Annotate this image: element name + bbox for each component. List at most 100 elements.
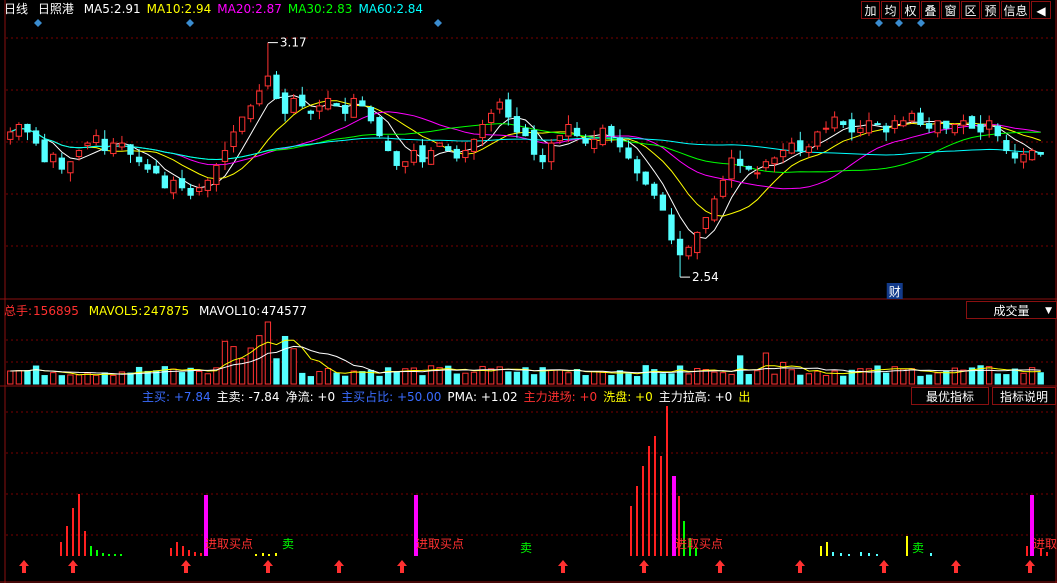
toolbar-button-7[interactable]: 信息 (1001, 1, 1030, 19)
candle-body (874, 123, 881, 126)
toolbar-button-3[interactable]: 叠 (921, 1, 940, 19)
candle-body (814, 131, 821, 147)
up-arrow-icon (334, 560, 344, 573)
candle-body (788, 142, 795, 154)
indicator-bar (114, 554, 116, 556)
candle-body (771, 157, 778, 165)
candle-body (556, 135, 564, 142)
volume-bar (462, 372, 469, 385)
volume-grid (6, 339, 1056, 363)
stock-name: 日照港 (37, 2, 74, 16)
price-header: 日线 日照港 MA5:2.91 MA10:2.94 MA20:2.87 MA30:2.… (4, 2, 435, 16)
candle-body (32, 130, 40, 144)
volume-button-label: 成交量 (993, 304, 1030, 318)
candle-body (968, 116, 976, 129)
candle-body (58, 157, 65, 170)
candle-body (427, 150, 435, 165)
sell-signal-label: 卖 (520, 541, 532, 555)
candle-body (676, 238, 684, 256)
volume-bar (359, 371, 366, 385)
ma5-line (10, 94, 1041, 239)
candle-body (419, 145, 426, 163)
mavol10-label: MAVOL10: (198, 304, 261, 318)
up-arrow-icon (68, 560, 78, 573)
candle-body (15, 124, 23, 137)
candle-body (333, 103, 340, 107)
candle-body (505, 99, 512, 118)
candle-body (153, 165, 160, 174)
up-arrow-icon (879, 560, 889, 573)
candle-body (779, 150, 787, 158)
indicator-bar (930, 553, 932, 556)
indicator-item: 出 (738, 390, 751, 404)
indicator-help-button[interactable]: 指标说明 (992, 387, 1056, 405)
candle-body (548, 142, 555, 163)
toolbar-button-5[interactable]: 区 (961, 1, 980, 19)
toolbar-button-8[interactable]: ◀ (1031, 1, 1051, 19)
volume-bar (1003, 374, 1010, 385)
ma-legend-item: MA20:2.87 (217, 2, 282, 16)
ma-legend: MA5:2.91 MA10:2.94 MA20:2.87 MA30:2.83 MA60:… (84, 2, 429, 16)
candle-body (402, 161, 409, 167)
toolbar-button-2[interactable]: 权 (901, 1, 920, 19)
indicator-bar (832, 552, 834, 556)
indicator-item: 主力进场: +0 (523, 390, 598, 404)
candle-body (384, 140, 392, 152)
up-arrow-icon (181, 560, 191, 573)
up-arrow-icon (795, 560, 805, 573)
candle-body (1037, 152, 1044, 155)
toolbar-button-6[interactable]: 预 (981, 1, 1000, 19)
candle-body (651, 183, 658, 196)
volume-bar (307, 376, 314, 385)
candle-body (187, 187, 194, 196)
volume-selector-button[interactable]: 成交量 ▼ (966, 301, 1057, 319)
candle-body (221, 150, 229, 162)
indicator-signals: 进取买点 进取买点 进取买点 进取买点 卖 卖 卖 (19, 537, 1057, 573)
volume-bar (419, 375, 426, 385)
candle-body (307, 110, 314, 114)
candle-body (445, 146, 452, 152)
volume-bar (779, 361, 787, 385)
indicator-item: 主卖: -7.84 (216, 390, 280, 404)
volume-bar (470, 371, 478, 385)
candle-body (161, 175, 169, 189)
candle-body (599, 127, 606, 146)
candle-body (453, 148, 460, 159)
candle-body (92, 135, 100, 144)
candle-body (625, 147, 632, 159)
toolbar-button-4[interactable]: 窗 (941, 1, 960, 19)
indicator-bar (84, 531, 86, 556)
candle-body (573, 127, 581, 137)
low-price-label: 2.54 (692, 270, 719, 284)
candle-body (84, 142, 91, 146)
candle-body (951, 124, 959, 134)
total-volume-label: 总手: (4, 304, 33, 318)
toolbar-button-0[interactable]: 加 (861, 1, 880, 19)
toolbar-button-1[interactable]: 均 (881, 1, 900, 19)
up-arrow-icon (715, 560, 725, 573)
candle-body (694, 231, 701, 254)
candle-body (50, 153, 57, 163)
candle-body (668, 214, 675, 241)
volume-bar (178, 372, 186, 385)
indicator-bar (840, 553, 842, 556)
candle-body (324, 97, 332, 110)
best-indicator-button[interactable]: 最优指标 (911, 387, 989, 405)
candle-body (479, 124, 486, 139)
volume-bar (453, 373, 460, 385)
volume-bar (110, 374, 117, 385)
indicator-bar (820, 546, 822, 556)
volume-bar (376, 375, 383, 385)
volume-bars (7, 321, 1044, 385)
candle-body (230, 131, 237, 148)
candle-body (934, 120, 941, 134)
indicator-bar (268, 554, 270, 556)
finance-event-label: 财 (889, 285, 901, 299)
volume-bar (333, 372, 340, 385)
volume-bar (238, 358, 246, 385)
volume-bar (556, 369, 564, 385)
volume-bar (642, 365, 649, 385)
candle-body (178, 178, 186, 189)
candle-body (41, 139, 48, 163)
indicator-bar (72, 508, 74, 556)
